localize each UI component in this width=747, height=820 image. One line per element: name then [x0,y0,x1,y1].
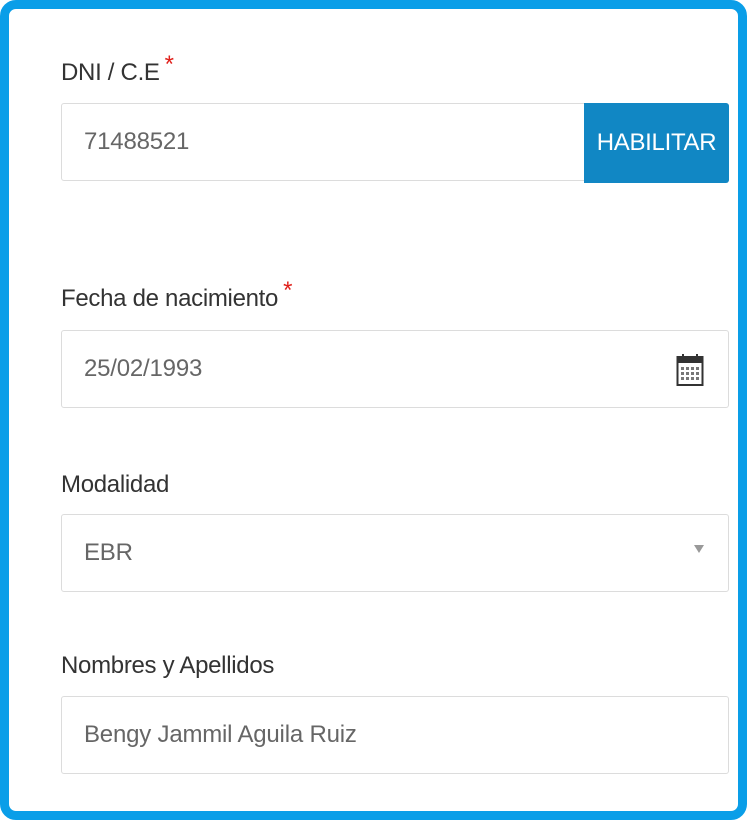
required-asterisk: * [283,277,293,304]
form-panel: DNI / C.E * 71488521 HABILITAR Fecha de n… [0,0,747,820]
birthdate-field[interactable]: 25/02/1993 [61,330,729,408]
modalidad-label: Modalidad [61,471,170,498]
dni-field[interactable]: 71488521 HABILITAR [61,103,729,183]
modalidad-select[interactable]: EBR [61,514,729,592]
nombres-label: Nombres y Apellidos [61,652,275,679]
modalidad-selected-value: EBR [84,539,133,566]
dropdown-caret-icon[interactable] [694,545,704,553]
required-asterisk: * [164,51,174,78]
dni-label-text: DNI / C.E [61,59,160,86]
birthdate-value: 25/02/1993 [84,355,203,382]
birthdate-label-text: Fecha de nacimiento [61,285,279,312]
calendar-icon[interactable] [676,353,704,387]
habilitar-button[interactable]: HABILITAR [584,103,729,183]
dni-value: 71488521 [84,128,190,155]
nombres-field[interactable]: Bengy Jammil Aguila Ruiz [61,696,729,774]
nombres-value: Bengy Jammil Aguila Ruiz [84,721,357,748]
dni-label: DNI / C.E * [61,51,174,87]
birthdate-label: Fecha de nacimiento * [61,277,292,313]
